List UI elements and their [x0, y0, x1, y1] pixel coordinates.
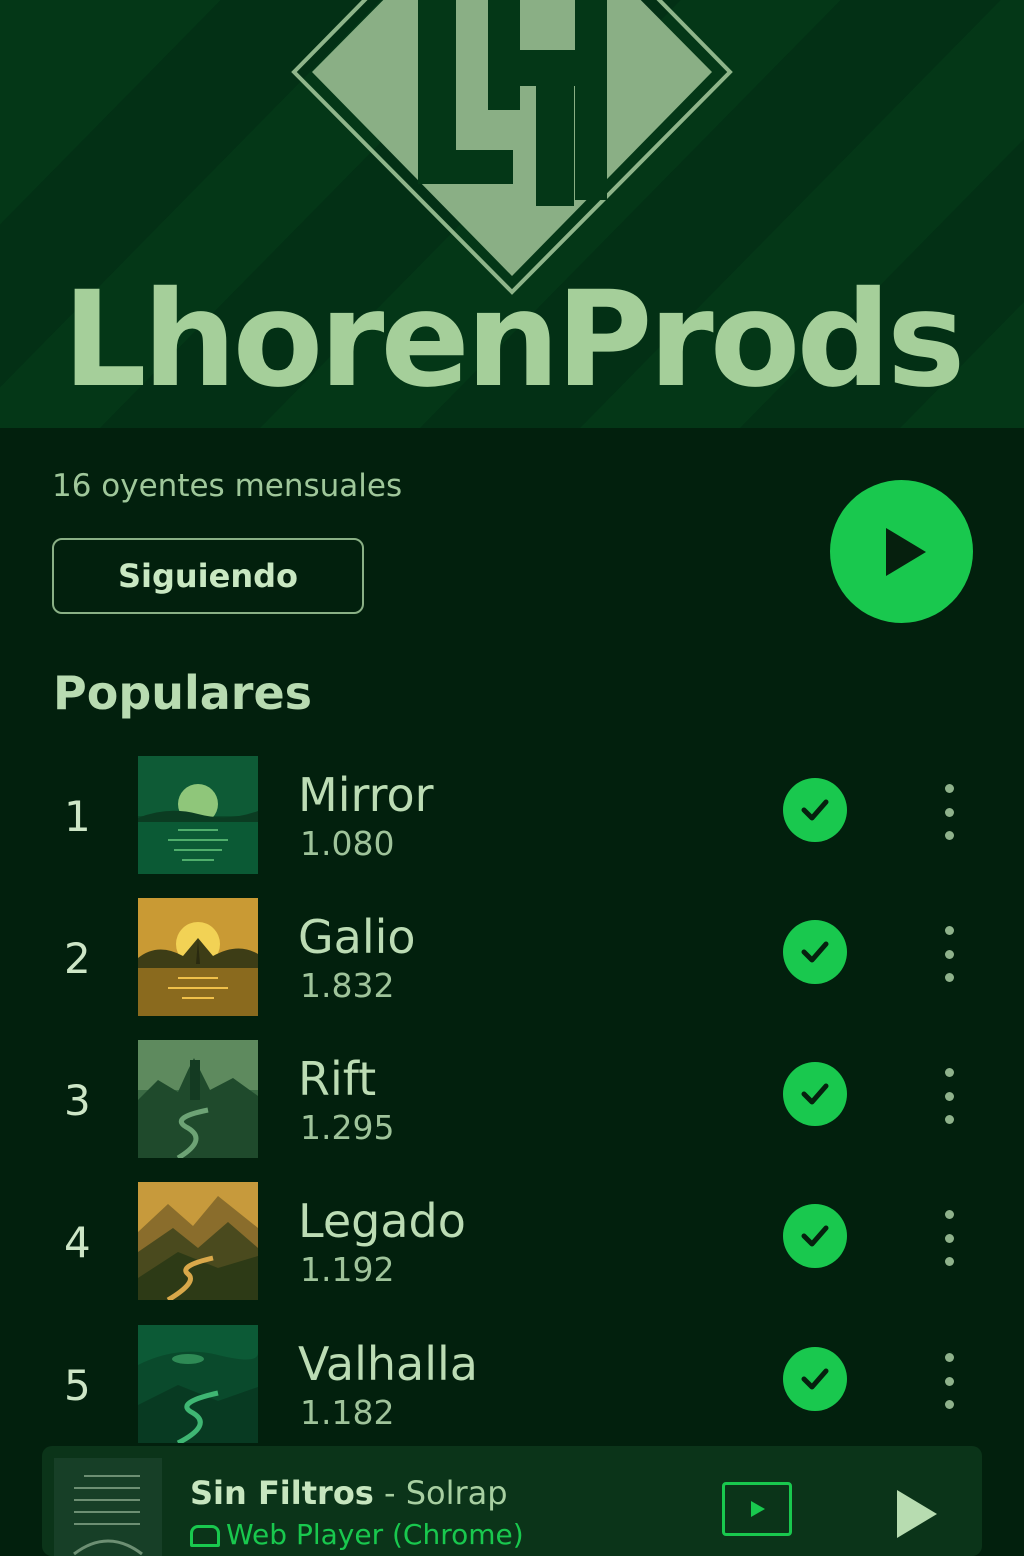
artist-logo	[291, 0, 733, 295]
track-number: 2	[64, 934, 91, 983]
now-playing-cover	[54, 1458, 162, 1556]
connect-device-button[interactable]	[722, 1482, 792, 1536]
downloaded-button[interactable]	[783, 920, 847, 984]
now-playing-separator: -	[373, 1474, 406, 1512]
now-playing-artist: Solrap	[405, 1474, 508, 1512]
track-cover	[138, 1182, 258, 1300]
track-row[interactable]: 1 Mirror 1.080	[0, 756, 1024, 876]
downloaded-button[interactable]	[783, 778, 847, 842]
track-row[interactable]: 2 Galio 1.832	[0, 898, 1024, 1018]
speaker-icon	[190, 1525, 220, 1547]
track-title: Legado	[298, 1194, 466, 1248]
follow-button[interactable]: Siguiendo	[52, 538, 364, 614]
more-options-button[interactable]	[934, 1353, 964, 1409]
more-options-button[interactable]	[934, 926, 964, 982]
artist-hero: LhorenProds	[0, 0, 1024, 428]
play-artist-button[interactable]	[830, 480, 973, 623]
track-cover	[138, 898, 258, 1016]
check-icon	[801, 941, 829, 963]
now-playing-bar[interactable]: Sin Filtros - Solrap Web Player (Chrome)	[42, 1446, 982, 1556]
track-title: Galio	[298, 910, 416, 964]
play-icon	[897, 1490, 937, 1538]
more-options-button[interactable]	[934, 1068, 964, 1124]
track-title: Mirror	[298, 768, 434, 822]
downloaded-button[interactable]	[783, 1204, 847, 1268]
device-name: Web Player (Chrome)	[226, 1518, 524, 1551]
mini-play-button[interactable]	[887, 1484, 947, 1544]
downloaded-button[interactable]	[783, 1347, 847, 1411]
check-icon	[801, 1368, 829, 1390]
track-row[interactable]: 5 Valhalla 1.182	[0, 1325, 1024, 1445]
track-plays: 1.182	[300, 1393, 395, 1432]
track-plays: 1.192	[300, 1250, 395, 1289]
track-plays: 1.080	[300, 824, 395, 863]
more-options-button[interactable]	[934, 1210, 964, 1266]
now-playing-song: Sin Filtros	[190, 1474, 374, 1512]
track-number: 5	[64, 1361, 91, 1410]
connect-device-icon	[751, 1501, 765, 1517]
track-cover	[138, 1325, 258, 1443]
track-row[interactable]: 4 Legado 1.192	[0, 1182, 1024, 1302]
section-title-popular: Populares	[53, 666, 313, 720]
play-icon	[885, 527, 926, 576]
track-number: 1	[64, 792, 91, 841]
track-plays: 1.295	[300, 1108, 395, 1147]
monthly-listeners: 16 oyentes mensuales	[52, 468, 403, 504]
check-icon	[801, 1225, 829, 1247]
check-icon	[801, 799, 829, 821]
track-row[interactable]: 3 Rift 1.295	[0, 1040, 1024, 1160]
now-playing-title: Sin Filtros - Solrap	[190, 1474, 508, 1512]
track-plays: 1.832	[300, 966, 395, 1005]
more-options-button[interactable]	[934, 784, 964, 840]
artist-name: LhorenProds	[62, 263, 966, 417]
track-number: 4	[64, 1218, 91, 1267]
playing-device[interactable]: Web Player (Chrome)	[190, 1518, 524, 1551]
check-icon	[801, 1083, 829, 1105]
track-number: 3	[64, 1076, 91, 1125]
track-cover	[138, 756, 258, 874]
track-cover	[138, 1040, 258, 1158]
track-title: Valhalla	[298, 1337, 478, 1391]
downloaded-button[interactable]	[783, 1062, 847, 1126]
track-title: Rift	[298, 1052, 377, 1106]
